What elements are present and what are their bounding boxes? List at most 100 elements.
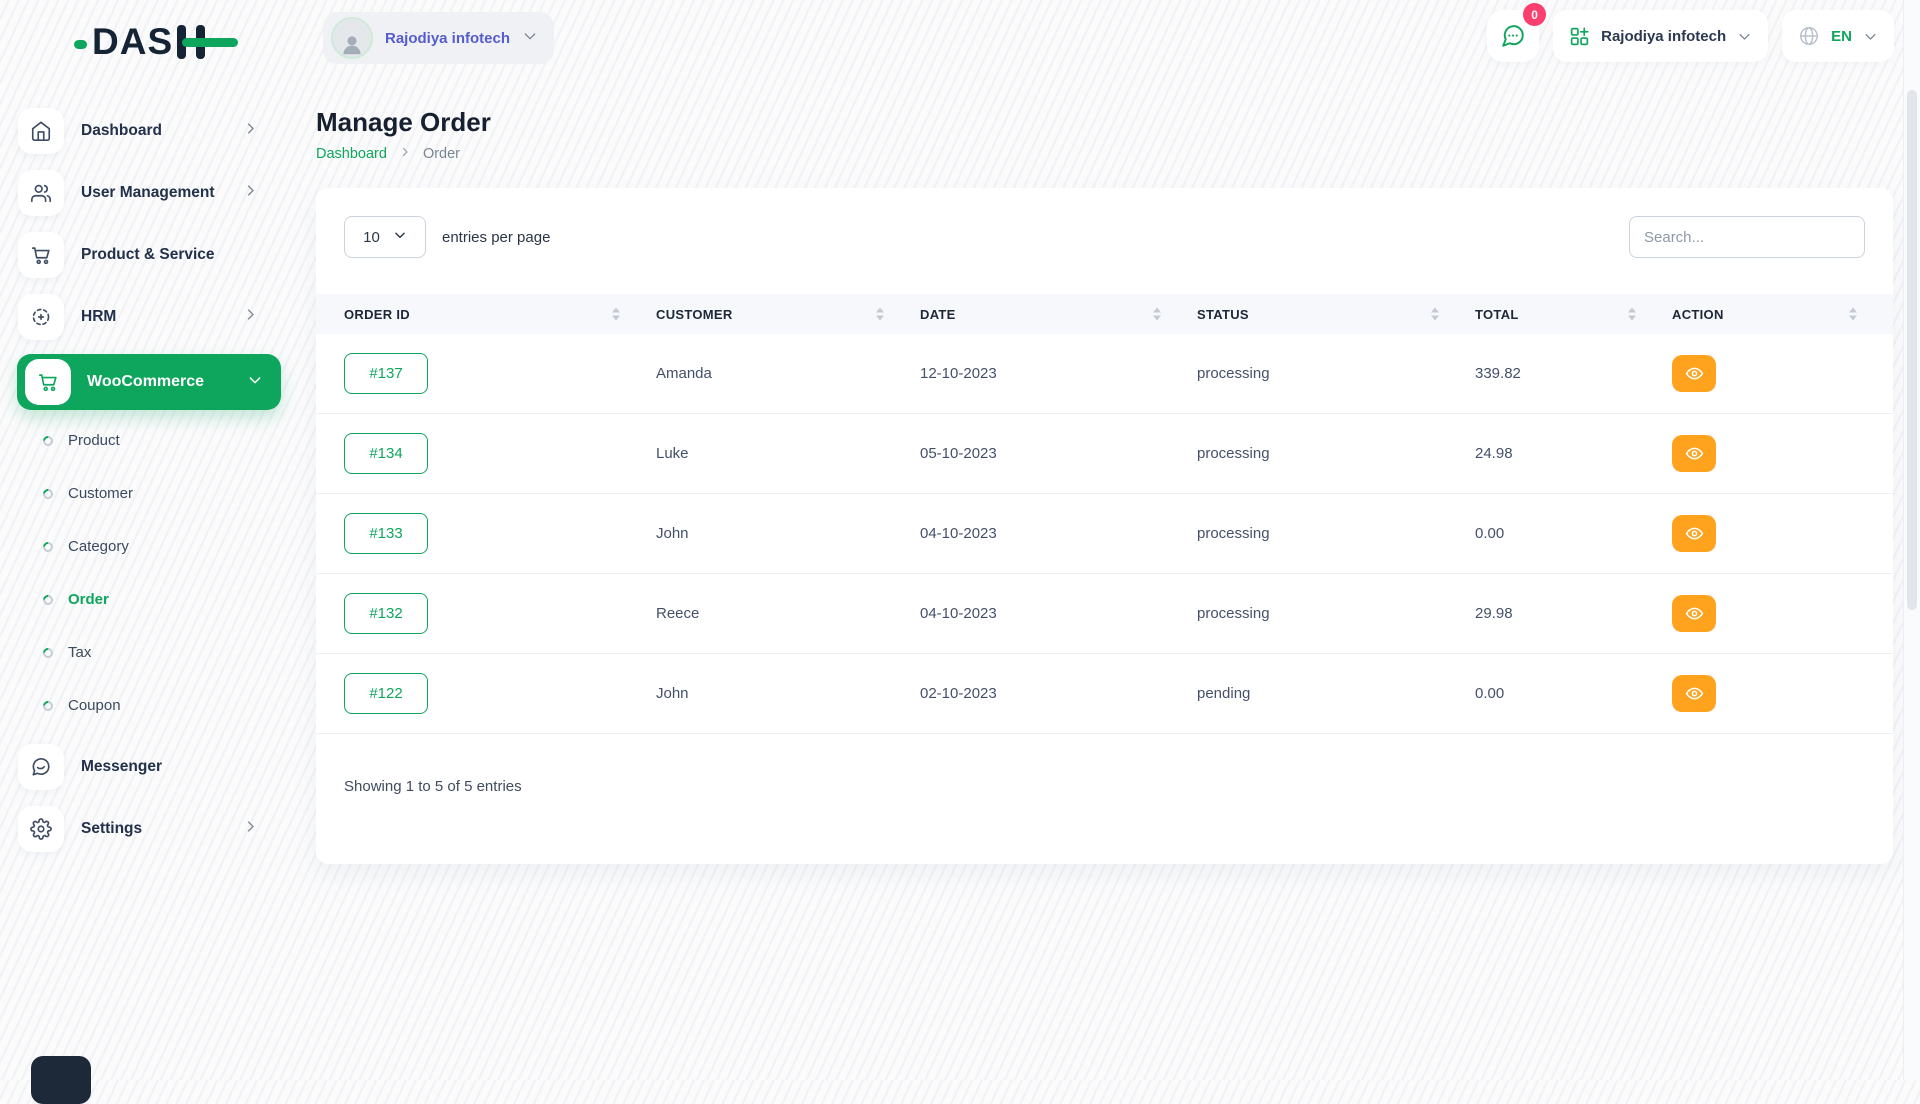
bullet-icon — [41, 486, 55, 500]
view-order-button[interactable] — [1672, 515, 1716, 552]
customer-cell: John — [656, 685, 689, 702]
sidebar-subitem-order[interactable]: Order — [43, 573, 284, 626]
chevron-right-icon — [243, 819, 258, 839]
sidebar-subitem-label: Order — [68, 591, 109, 608]
sidebar-subitem-label: Category — [68, 538, 129, 555]
eye-icon — [1685, 684, 1704, 703]
date-cell: 04-10-2023 — [920, 605, 997, 622]
cart-icon — [30, 244, 52, 266]
sort-icon — [876, 308, 884, 321]
sidebar: Dashboard User Management Product & Servic… — [0, 0, 284, 1080]
column-header-date[interactable]: DATE — [920, 294, 1197, 334]
total-cell: 339.82 — [1475, 365, 1521, 382]
sidebar-subitem-tax[interactable]: Tax — [43, 626, 284, 679]
sidebar-subitem-customer[interactable]: Customer — [43, 467, 284, 520]
sort-icon — [1849, 308, 1857, 321]
gear-icon — [30, 818, 52, 840]
table-row: #132Reece04-10-2023processing29.98 — [316, 574, 1893, 654]
cart-icon — [37, 371, 59, 393]
status-cell: processing — [1197, 445, 1270, 462]
sidebar-item-user-management[interactable]: User Management — [0, 162, 284, 224]
chevron-right-icon — [243, 307, 258, 327]
eye-icon — [1685, 524, 1704, 543]
column-header-label: TOTAL — [1475, 307, 1519, 322]
sidebar-item-label: WooCommerce — [87, 373, 204, 391]
bullet-icon — [41, 698, 55, 712]
scrollbar-thumb[interactable] — [1907, 90, 1917, 610]
date-cell: 05-10-2023 — [920, 445, 997, 462]
floating-widget-button[interactable] — [31, 1056, 91, 1104]
bullet-icon — [41, 433, 55, 447]
view-order-button[interactable] — [1672, 595, 1716, 632]
sort-icon — [1628, 308, 1636, 321]
column-header-label: CUSTOMER — [656, 307, 733, 322]
sidebar-item-product-service[interactable]: Product & Service — [0, 224, 284, 286]
chevron-right-icon — [243, 819, 258, 834]
order-id-badge[interactable]: #122 — [344, 673, 428, 714]
sort-icon — [612, 308, 620, 321]
scrollbar-track — [1903, 0, 1920, 1080]
sidebar-item-hrm[interactable]: HRM — [0, 286, 284, 348]
cart-icon — [18, 232, 64, 278]
sidebar-item-settings[interactable]: Settings — [0, 798, 284, 860]
sidebar-item-label: Settings — [81, 820, 142, 838]
column-header-total[interactable]: TOTAL — [1475, 294, 1672, 334]
sidebar-item-label: User Management — [81, 184, 215, 202]
sort-icon — [1431, 308, 1439, 321]
sidebar-subitem-product[interactable]: Product — [43, 414, 284, 467]
table-row: #133John04-10-2023processing0.00 — [316, 494, 1893, 574]
per-page-select[interactable]: 10 — [344, 216, 426, 258]
sidebar-item-dashboard[interactable]: Dashboard — [0, 100, 284, 162]
order-id-badge[interactable]: #132 — [344, 593, 428, 634]
chat-icon — [18, 744, 64, 790]
column-header-order-id[interactable]: ORDER ID — [316, 294, 656, 334]
chevron-right-icon — [243, 121, 258, 141]
eye-icon — [1685, 604, 1704, 623]
breadcrumb-dashboard-link[interactable]: Dashboard — [316, 146, 387, 162]
order-id-badge[interactable]: #137 — [344, 353, 428, 394]
chevron-right-icon — [243, 183, 258, 203]
sidebar-subitem-category[interactable]: Category — [43, 520, 284, 573]
chevron-right-icon — [399, 146, 411, 162]
chevron-right-icon — [399, 146, 411, 158]
column-header-status[interactable]: STATUS — [1197, 294, 1475, 334]
breadcrumb-current: Order — [423, 146, 460, 162]
sidebar-item-label: Product & Service — [81, 246, 215, 264]
sort-icon — [1153, 308, 1161, 321]
sidebar-subitem-label: Coupon — [68, 697, 121, 714]
per-page-value: 10 — [363, 229, 380, 246]
bullet-icon — [41, 592, 55, 606]
date-cell: 04-10-2023 — [920, 525, 997, 542]
hrm-icon — [18, 294, 64, 340]
order-id-badge[interactable]: #133 — [344, 513, 428, 554]
main-content: Manage Order Dashboard Order 10 entries … — [316, 0, 1893, 864]
view-order-button[interactable] — [1672, 435, 1716, 472]
total-cell: 24.98 — [1475, 445, 1513, 462]
eye-icon — [1685, 444, 1704, 463]
chevron-down-icon — [393, 228, 407, 242]
sidebar-submenu: Product Customer Category Order Tax Coupon — [0, 414, 284, 732]
sidebar-item-label: HRM — [81, 308, 116, 326]
status-cell: processing — [1197, 525, 1270, 542]
column-header-action[interactable]: ACTION — [1672, 294, 1893, 334]
sidebar-item-woocommerce[interactable]: WooCommerce — [17, 354, 281, 410]
column-header-label: STATUS — [1197, 307, 1249, 322]
order-id-badge[interactable]: #134 — [344, 433, 428, 474]
chevron-right-icon — [243, 121, 258, 136]
column-header-label: ORDER ID — [344, 307, 410, 322]
view-order-button[interactable] — [1672, 355, 1716, 392]
view-order-button[interactable] — [1672, 675, 1716, 712]
status-cell: processing — [1197, 605, 1270, 622]
home-icon — [18, 108, 64, 154]
per-page-label: entries per page — [442, 229, 550, 246]
sidebar-subitem-coupon[interactable]: Coupon — [43, 679, 284, 732]
sidebar-item-messenger[interactable]: Messenger — [0, 736, 284, 798]
sidebar-subitem-label: Customer — [68, 485, 133, 502]
hrm-icon — [30, 306, 52, 328]
column-header-customer[interactable]: CUSTOMER — [656, 294, 920, 334]
sidebar-subitem-label: Product — [68, 432, 120, 449]
chevron-down-icon — [393, 228, 407, 246]
search-input[interactable] — [1629, 216, 1865, 258]
column-header-label: DATE — [920, 307, 956, 322]
chat-icon — [30, 756, 52, 778]
